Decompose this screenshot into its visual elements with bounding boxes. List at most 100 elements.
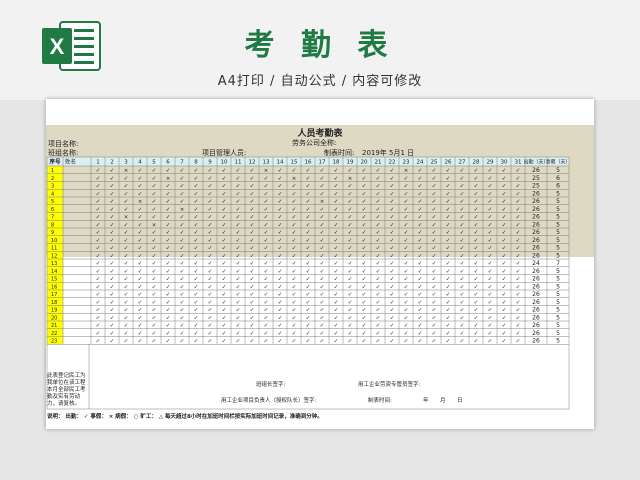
attendance-mark: ✓ [124, 308, 129, 314]
attendance-mark: ✓ [138, 277, 143, 283]
attendance-mark: ✓ [474, 300, 479, 306]
attendance-mark: ✓ [488, 284, 493, 290]
attendance-mark: ✓ [320, 331, 325, 337]
attendance-mark: ✓ [138, 191, 143, 197]
attendance-mark: ✓ [376, 331, 381, 337]
attendance-mark: ✓ [502, 331, 507, 337]
attendance-mark: ✓ [432, 184, 437, 190]
attendance-mark: ✓ [348, 238, 353, 244]
attendance-mark: ✓ [138, 269, 143, 275]
attendance-mark: × [166, 176, 171, 182]
attendance-mark: ✓ [138, 292, 143, 298]
leave-days: 5 [556, 338, 560, 345]
attendance-mark: ✓ [390, 222, 395, 228]
attendance-mark: ✓ [460, 199, 465, 205]
attendance-mark: ✓ [320, 168, 325, 174]
attendance-mark: ✓ [446, 292, 451, 298]
attendance-mark: ✓ [474, 284, 479, 290]
attendance-mark: ✓ [516, 191, 521, 197]
attendance-mark: ✓ [264, 176, 269, 182]
attendance-mark: ✓ [250, 315, 255, 321]
attendance-mark: ✓ [250, 331, 255, 337]
day-header: 6 [166, 160, 170, 166]
attendance-mark: ✓ [320, 184, 325, 190]
day-header: 22 [389, 160, 396, 166]
attendance-mark: ✓ [264, 339, 269, 345]
attend-days: 26 [532, 198, 540, 205]
attendance-mark: ✓ [124, 277, 129, 283]
leave-days: 5 [556, 268, 560, 275]
attendance-mark: ✓ [362, 230, 367, 236]
attendance-mark: ✓ [432, 300, 437, 306]
attendance-mark: ✓ [418, 207, 423, 213]
attendance-mark: ✓ [348, 184, 353, 190]
attendance-mark: ✓ [488, 331, 493, 337]
attendance-mark: ✓ [320, 308, 325, 314]
attendance-mark: ✓ [166, 191, 171, 197]
attendance-mark: ✓ [418, 339, 423, 345]
attendance-mark: ✓ [320, 339, 325, 345]
attend-days: 26 [532, 276, 540, 283]
attendance-mark: ✓ [502, 315, 507, 321]
attendance-mark: ✓ [474, 261, 479, 267]
attendance-mark: ✓ [264, 261, 269, 267]
attendance-mark: ✓ [362, 292, 367, 298]
row-index: 22 [51, 331, 57, 337]
attendance-mark: ✓ [222, 308, 227, 314]
attendance-mark: ✓ [250, 308, 255, 314]
attendance-mark: ✓ [208, 207, 213, 213]
attendance-mark: ✓ [488, 246, 493, 252]
attendance-mark: ✓ [516, 215, 521, 221]
leave-days: 7 [556, 260, 560, 267]
attendance-mark: ✓ [390, 176, 395, 182]
leave-days: 5 [556, 167, 560, 174]
day-header: 14 [277, 160, 284, 166]
attendance-mark: ✓ [236, 269, 241, 275]
attendance-mark: ✓ [404, 207, 409, 213]
attendance-mark: ✓ [432, 308, 437, 314]
attendance-mark: ✓ [180, 238, 185, 244]
attendance-mark: ✓ [222, 238, 227, 244]
attendance-mark: ✓ [152, 230, 157, 236]
attendance-mark: ✓ [222, 323, 227, 329]
attendance-mark: ✓ [194, 308, 199, 314]
footer-note: 此表登记民工为我单位在该工程本月全部民工考勤及实有劳动力，请复核。 [47, 373, 86, 407]
attendance-mark: ✓ [488, 168, 493, 174]
attendance-mark: ✓ [320, 300, 325, 306]
attendance-mark: ✓ [194, 184, 199, 190]
attendance-mark: ✓ [264, 300, 269, 306]
attendance-mark: ✓ [390, 238, 395, 244]
attendance-mark: ✓ [278, 284, 283, 290]
attendance-mark: ✓ [446, 230, 451, 236]
attendance-mark: ✓ [516, 269, 521, 275]
attendance-mark: ✓ [306, 207, 311, 213]
attendance-mark: ✓ [362, 168, 367, 174]
attendance-mark: ✓ [250, 261, 255, 267]
attendance-mark: ✓ [446, 238, 451, 244]
attendance-mark: ✓ [348, 191, 353, 197]
attendance-mark: ✓ [334, 191, 339, 197]
attendance-mark: ✓ [208, 331, 213, 337]
attendance-mark: ✓ [474, 238, 479, 244]
attendance-mark: ✓ [250, 292, 255, 298]
attendance-mark: ✓ [222, 222, 227, 228]
attendance-mark: ✓ [250, 284, 255, 290]
attendance-mark: ✓ [292, 191, 297, 197]
attendance-mark: ✓ [292, 284, 297, 290]
day-header: 29 [487, 160, 494, 166]
attendance-mark: ✓ [502, 284, 507, 290]
attendance-mark: ✓ [418, 222, 423, 228]
attendance-mark: ✓ [446, 184, 451, 190]
attendance-mark: ✓ [390, 323, 395, 329]
attendance-mark: ✓ [320, 207, 325, 213]
attendance-mark: ✓ [334, 176, 339, 182]
day-header: 9 [208, 160, 212, 166]
attendance-mark: ✓ [208, 238, 213, 244]
row-index: 6 [51, 207, 54, 213]
attendance-mark: ✓ [418, 191, 423, 197]
attendance-mark: ✓ [502, 261, 507, 267]
attendance-mark: ✓ [446, 323, 451, 329]
attendance-mark: ✓ [278, 308, 283, 314]
attendance-mark: ✓ [278, 331, 283, 337]
attendance-mark: ✓ [362, 300, 367, 306]
